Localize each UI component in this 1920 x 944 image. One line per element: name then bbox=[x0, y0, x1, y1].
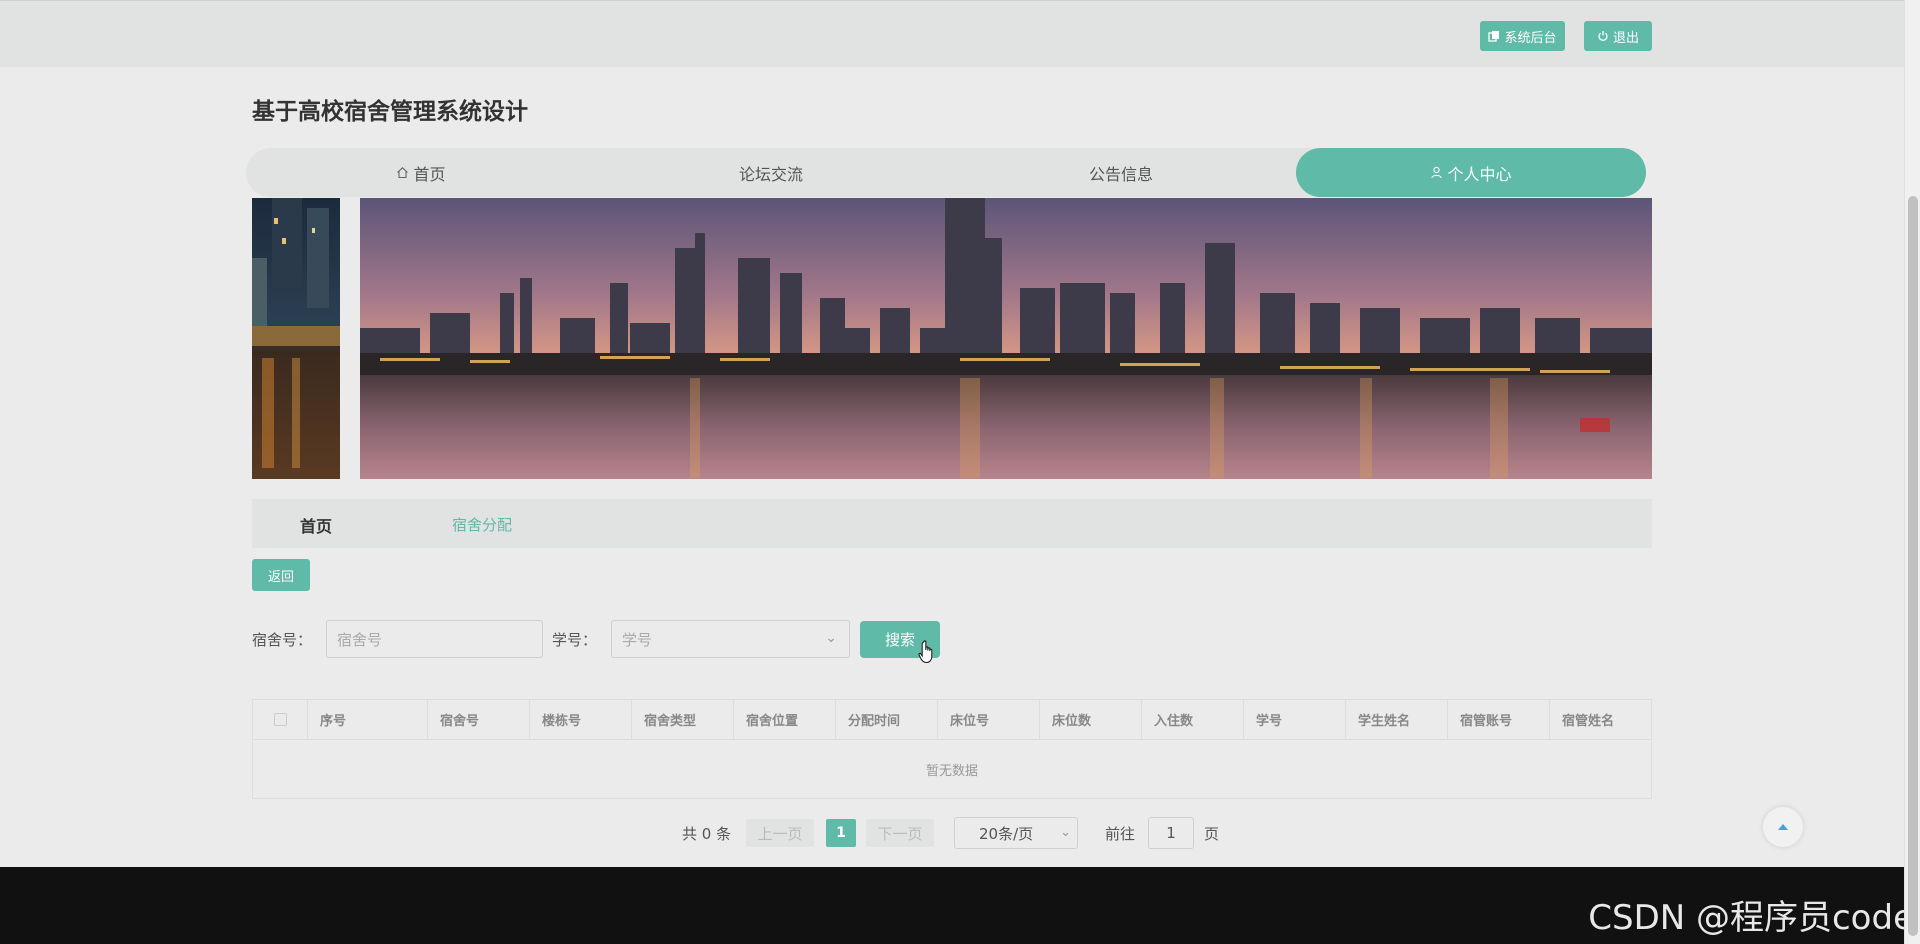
page-number-current[interactable]: 1 bbox=[826, 819, 856, 847]
student-id-select[interactable]: 学号 ⌄ bbox=[611, 620, 850, 658]
empty-state: 暂无数据 bbox=[925, 763, 978, 779]
select-all-checkbox[interactable] bbox=[273, 713, 287, 726]
column-header[interactable]: 宿舍位置 bbox=[734, 700, 836, 739]
column-header[interactable]: 宿管姓名 bbox=[1550, 700, 1651, 739]
column-header[interactable]: 学生姓名 bbox=[1346, 700, 1448, 739]
goto-label: 前往 bbox=[1105, 824, 1136, 843]
top-bar: 系统后台 退出 bbox=[0, 0, 1904, 67]
scrollbar-thumb[interactable] bbox=[1908, 196, 1918, 936]
dorm-number-input[interactable]: 宿舍号 bbox=[326, 620, 543, 658]
nav-item-forum[interactable]: 论坛交流 bbox=[596, 148, 946, 197]
user-icon bbox=[1431, 166, 1443, 179]
chevron-down-icon: ⌄ bbox=[825, 630, 837, 646]
column-header[interactable]: 床位数 bbox=[1040, 700, 1142, 739]
allocation-table: 序号 宿舍号 楼栋号 宿舍类型 宿舍位置 分配时间 床位号 床位数 入住数 学号… bbox=[252, 699, 1652, 799]
power-icon bbox=[1598, 31, 1608, 41]
page-size-value: 20条/页 bbox=[979, 824, 1034, 843]
nav-item-personal-center[interactable]: 个人中心 bbox=[1296, 148, 1646, 197]
column-header[interactable]: 入住数 bbox=[1142, 700, 1244, 739]
carousel-slide-current[interactable] bbox=[360, 198, 1652, 479]
dorm-number-placeholder: 宿舍号 bbox=[337, 630, 383, 649]
page-size-select[interactable]: 20条/页 ⌄ bbox=[954, 817, 1078, 849]
column-header[interactable]: 宿管账号 bbox=[1448, 700, 1550, 739]
table-header: 序号 宿舍号 楼栋号 宿舍类型 宿舍位置 分配时间 床位号 床位数 入住数 学号… bbox=[253, 700, 1651, 740]
nav-item-label: 个人中心 bbox=[1447, 164, 1512, 184]
watermark: CSDN @程序员code bbox=[1588, 898, 1914, 938]
page-unit-label: 页 bbox=[1204, 824, 1220, 843]
page-scrollbar[interactable] bbox=[1904, 0, 1920, 944]
nav-item-label: 论坛交流 bbox=[738, 164, 803, 184]
city-night-image bbox=[252, 198, 340, 479]
column-header[interactable]: 分配时间 bbox=[836, 700, 938, 739]
breadcrumb-bar: 首页 宿舍分配 bbox=[252, 499, 1652, 548]
dorm-number-label: 宿舍号： bbox=[252, 631, 313, 649]
select-all-cell bbox=[253, 700, 308, 739]
column-header[interactable]: 序号 bbox=[308, 700, 428, 739]
goto-page-input[interactable]: 1 bbox=[1148, 817, 1194, 849]
column-header[interactable]: 床位号 bbox=[938, 700, 1040, 739]
back-to-top-button[interactable] bbox=[1763, 807, 1803, 847]
back-button[interactable]: 返回 bbox=[252, 559, 310, 591]
nav-item-label: 首页 bbox=[413, 164, 446, 184]
main-nav: 首页 论坛交流 公告信息 个人中心 bbox=[246, 148, 1646, 197]
breadcrumb-current[interactable]: 宿舍分配 bbox=[452, 514, 512, 535]
admin-label: 系统后台 bbox=[1504, 30, 1557, 46]
copy-icon bbox=[1488, 31, 1500, 42]
nav-item-home[interactable]: 首页 bbox=[246, 148, 596, 197]
breadcrumb-home[interactable]: 首页 bbox=[300, 513, 332, 537]
site-title: 基于高校宿舍管理系统设计 bbox=[252, 99, 528, 125]
hand-cursor-icon bbox=[918, 640, 933, 664]
carousel-slide-previous[interactable] bbox=[252, 198, 340, 479]
admin-button[interactable]: 系统后台 bbox=[1480, 21, 1565, 51]
logout-button[interactable]: 退出 bbox=[1584, 21, 1652, 51]
city-skyline-image bbox=[360, 198, 1652, 479]
student-id-label: 学号： bbox=[552, 631, 598, 649]
column-header[interactable]: 楼栋号 bbox=[530, 700, 632, 739]
column-header[interactable]: 宿舍号 bbox=[428, 700, 530, 739]
total-count: 共 0 条 bbox=[682, 824, 732, 843]
student-id-placeholder: 学号 bbox=[622, 630, 653, 649]
home-icon bbox=[397, 167, 409, 179]
nav-item-label: 公告信息 bbox=[1088, 164, 1153, 184]
caret-up-icon bbox=[1778, 824, 1788, 830]
nav-item-notice[interactable]: 公告信息 bbox=[946, 148, 1296, 197]
logout-label: 退出 bbox=[1612, 30, 1639, 46]
column-header[interactable]: 宿舍类型 bbox=[632, 700, 734, 739]
chevron-down-icon: ⌄ bbox=[1060, 825, 1071, 840]
column-header[interactable]: 学号 bbox=[1244, 700, 1346, 739]
next-page-button[interactable]: 下一页 bbox=[866, 819, 934, 847]
prev-page-button[interactable]: 上一页 bbox=[746, 819, 814, 847]
